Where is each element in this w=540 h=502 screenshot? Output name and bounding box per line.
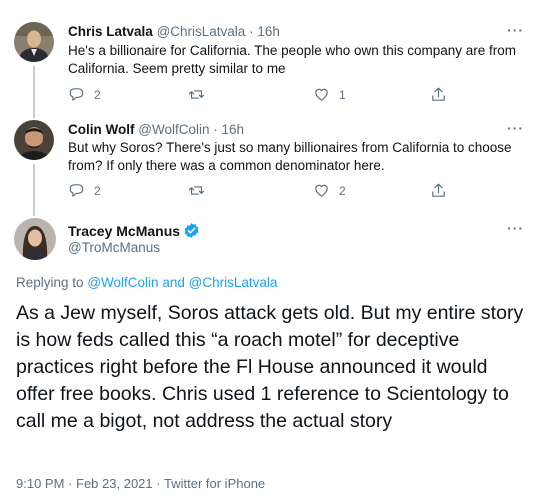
tweet-time[interactable]: 9:10 PM — [16, 476, 64, 491]
tweet-text: He's a billionaire for California. The p… — [68, 43, 517, 76]
like-icon — [315, 88, 328, 101]
replying-to: Replying to @WolfColin and @ChrisLatvala — [16, 275, 277, 290]
avatar[interactable] — [14, 22, 54, 62]
retweet-button[interactable] — [188, 182, 214, 199]
reply-icon — [69, 88, 84, 101]
verified-badge-icon — [184, 223, 199, 238]
reply-meta: Chris Latvala @ChrisLatvala · 16h — [68, 24, 280, 39]
more-icon[interactable]: ··· — [507, 220, 524, 236]
like-count: 2 — [339, 183, 346, 198]
reply-meta: Colin Wolf @WolfColin · 16h — [68, 122, 244, 137]
share-icon — [432, 87, 445, 101]
action-bar: 2 1 — [68, 86, 488, 106]
mention-link[interactable]: @ChrisLatvala — [189, 275, 278, 290]
author-name-text[interactable]: Tracey McManus — [68, 223, 180, 239]
author-name[interactable]: Tracey McManus — [68, 222, 200, 239]
action-bar: 2 2 — [68, 182, 488, 202]
avatar[interactable] — [14, 120, 54, 160]
replying-and[interactable]: and — [162, 275, 185, 290]
avatar[interactable] — [14, 218, 56, 260]
tweet-time[interactable]: · 16h — [249, 24, 280, 39]
share-button[interactable] — [430, 182, 447, 199]
tweet-text: But why Soros? There's just so many bill… — [68, 140, 512, 173]
more-icon[interactable]: ··· — [507, 120, 524, 136]
share-icon — [432, 183, 445, 197]
reply-count: 2 — [94, 183, 101, 198]
thread-line-1 — [33, 66, 35, 118]
reply-icon — [69, 184, 84, 197]
tweet-text: As a Jew myself, Soros attack gets old. … — [16, 302, 524, 432]
reply-button[interactable]: 2 — [68, 182, 101, 199]
reply-button[interactable]: 2 — [68, 86, 101, 103]
replying-label: Replying to — [16, 275, 84, 290]
retweet-icon — [188, 90, 205, 99]
reply-count: 2 — [94, 87, 101, 102]
author-name[interactable]: Colin Wolf — [68, 122, 135, 137]
retweet-icon — [188, 186, 205, 195]
separator: · — [156, 476, 161, 491]
more-icon[interactable]: ··· — [507, 22, 524, 38]
tweet-date[interactable]: Feb 23, 2021 — [76, 476, 153, 491]
like-icon — [315, 184, 328, 197]
author-handle[interactable]: @ChrisLatvala — [157, 24, 246, 39]
tweet-source[interactable]: Twitter for iPhone — [164, 476, 265, 491]
share-button[interactable] — [430, 86, 447, 103]
thread-line-2 — [33, 164, 35, 216]
retweet-button[interactable] — [188, 86, 214, 103]
author-handle[interactable]: @WolfColin — [138, 122, 209, 137]
separator: · — [68, 476, 73, 491]
like-button[interactable]: 1 — [313, 86, 346, 103]
author-name[interactable]: Chris Latvala — [68, 24, 153, 39]
tweet-time[interactable]: · 16h — [213, 122, 244, 137]
like-count: 1 — [339, 87, 346, 102]
author-handle[interactable]: @TroMcManus — [68, 240, 160, 255]
tweet-timestamp: 9:10 PM · Feb 23, 2021 · Twitter for iPh… — [16, 476, 265, 491]
mention-link[interactable]: @WolfColin — [87, 275, 158, 290]
like-button[interactable]: 2 — [313, 182, 346, 199]
